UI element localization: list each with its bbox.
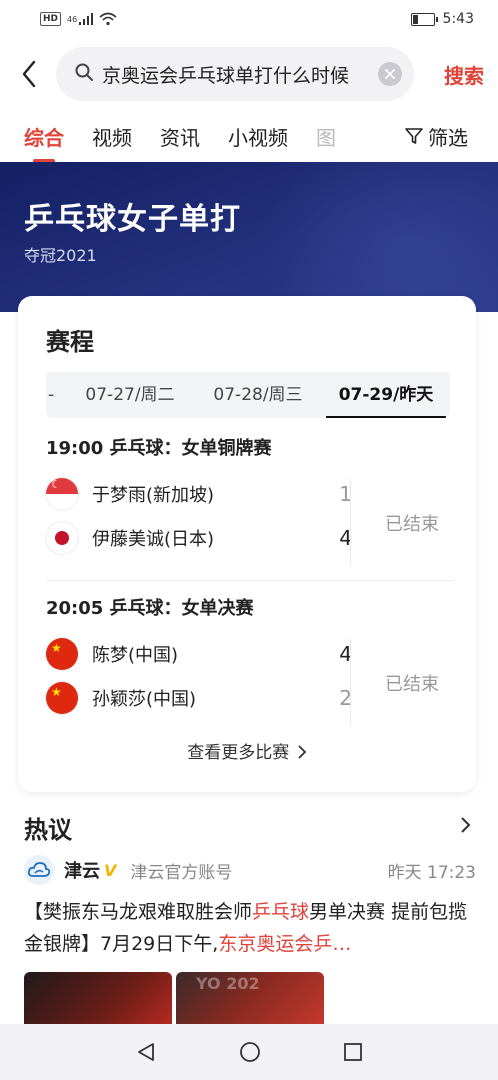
match-title: 19:00 乒乓球：女单铜牌赛: [46, 438, 272, 459]
close-icon: [385, 69, 395, 79]
cloud-logo-icon: [27, 862, 51, 877]
system-nav-bar: [0, 1024, 498, 1080]
nav-recents-icon[interactable]: [343, 1042, 363, 1062]
search-bar: 京奥运会乒乓球单打什么时候 搜索: [0, 38, 498, 110]
discussion-more-button[interactable]: [460, 816, 472, 838]
match-card[interactable]: 19:00 乒乓球：女单铜牌赛 于梦雨(新加坡) 1 伊藤美诚(日本) 4 已结…: [46, 434, 454, 566]
chevron-right-icon: [298, 745, 306, 759]
post-image[interactable]: [24, 972, 172, 1026]
hd-indicator: HD: [40, 12, 62, 26]
back-arrow-icon: [22, 60, 36, 88]
author-avatar: [24, 855, 54, 885]
tab-short-video[interactable]: 小视频: [228, 122, 288, 151]
date-tab-0728[interactable]: 07-28/周三: [194, 372, 322, 418]
filter-icon: [405, 128, 423, 144]
tab-video[interactable]: 视频: [92, 122, 132, 151]
search-input[interactable]: 京奥运会乒乓球单打什么时候: [56, 47, 414, 101]
match-card[interactable]: 20:05 乒乓球：女单决赛 陈梦(中国) 4 孙颖莎(中国) 2 已结束: [46, 594, 454, 726]
signal-icon: [79, 13, 94, 25]
more-matches-link[interactable]: 查看更多比赛: [18, 738, 476, 763]
search-query: 京奥运会乒乓球单打什么时候: [102, 64, 350, 87]
player-score: 2: [339, 686, 352, 710]
post-images: [24, 972, 476, 1026]
status-bar: HD 46 5:43: [0, 0, 498, 38]
filter-label: 筛选: [428, 125, 468, 150]
match-status: 已结束: [385, 514, 439, 535]
post-author[interactable]: 津云 V 津云官方账号 昨天 17:23: [24, 852, 476, 888]
post-text-part: 【樊振东马龙艰难取胜会师: [24, 901, 253, 923]
score-divider: [350, 478, 351, 566]
filter-button[interactable]: 筛选: [390, 121, 468, 151]
match-divider: [46, 580, 454, 581]
singapore-flag-icon: [46, 478, 78, 510]
china-flag-icon: [46, 638, 78, 670]
post-text[interactable]: 【樊振东马龙艰难取胜会师乒乓球男单决赛 提前包揽金银牌】7月29日下午,东京奥运…: [24, 896, 476, 960]
post-highlight: 东京奥运会乒…: [218, 933, 352, 955]
tab-images[interactable]: 图: [316, 122, 336, 151]
battery-icon: [410, 12, 438, 26]
date-tab-0729[interactable]: 07-29/昨天: [322, 372, 450, 418]
event-title: 乒乓球女子单打: [24, 202, 241, 237]
china-flag-icon: [46, 682, 78, 714]
post-image[interactable]: [176, 972, 324, 1026]
discussion-title: 热议: [24, 816, 72, 844]
date-tab-0727[interactable]: 07-27/周二: [66, 372, 194, 418]
author-account: 津云官方账号: [130, 862, 233, 883]
match-title: 20:05 乒乓球：女单决赛: [46, 598, 254, 619]
player-name: 伊藤美诚(日本): [92, 529, 215, 550]
category-tabs: 综合 视频 资讯 小视频 图 筛选: [0, 110, 498, 162]
back-button[interactable]: [14, 54, 44, 94]
clock: 5:43: [442, 11, 474, 27]
verified-badge: V: [104, 860, 117, 880]
player-name: 于梦雨(新加坡): [92, 485, 215, 506]
post-time: 昨天 17:23: [387, 862, 476, 883]
tab-comprehensive[interactable]: 综合: [24, 122, 64, 151]
event-banner: 乒乓球女子单打 夺冠2021: [0, 162, 498, 312]
wifi-icon: [99, 12, 117, 26]
nav-back-icon[interactable]: [135, 1041, 157, 1063]
date-overflow: -: [48, 385, 55, 405]
author-name: 津云: [64, 861, 100, 882]
player-score: 4: [339, 642, 352, 666]
japan-flag-icon: [46, 522, 78, 554]
date-selector: - 07-27/周二 07-28/周三 07-29/昨天: [46, 372, 450, 418]
chevron-right-icon: [461, 817, 471, 833]
player-name: 陈梦(中国): [92, 645, 179, 666]
schedule-card: 赛程 - 07-27/周二 07-28/周三 07-29/昨天 19:00 乒乓…: [18, 296, 476, 792]
search-icon: [74, 62, 94, 86]
post-highlight: 乒乓球: [252, 901, 310, 923]
network-type: 46: [67, 14, 78, 24]
player-score: 4: [339, 526, 352, 550]
player-name: 孙颖莎(中国): [92, 689, 197, 710]
tab-news[interactable]: 资讯: [160, 122, 200, 151]
clear-search-button[interactable]: [378, 62, 402, 86]
event-subtitle: 夺冠2021: [24, 246, 97, 265]
player-score: 1: [339, 482, 352, 506]
schedule-title: 赛程: [46, 328, 94, 356]
match-status: 已结束: [385, 674, 439, 695]
more-matches-label: 查看更多比赛: [187, 743, 290, 763]
score-divider: [350, 638, 351, 726]
search-button[interactable]: 搜索: [444, 60, 484, 89]
nav-home-icon[interactable]: [239, 1041, 261, 1063]
